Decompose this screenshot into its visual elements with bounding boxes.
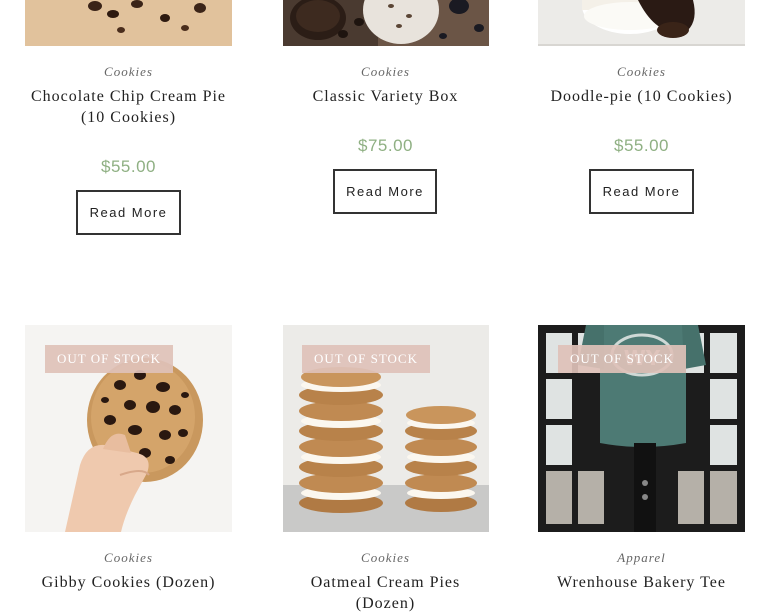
out-of-stock-badge: OUT OF STOCK (558, 345, 686, 373)
read-more-button[interactable]: Read More (333, 169, 437, 214)
product-card: Cookies Classic Variety Box $75.00 Read … (282, 0, 489, 220)
out-of-stock-badge: OUT OF STOCK (302, 345, 430, 373)
product-category: Cookies (361, 64, 410, 79)
product-title[interactable]: Chocolate Chip Cream Pie (10 Cookies) (25, 86, 232, 128)
product-title[interactable]: Oatmeal Cream Pies (Dozen) (282, 572, 489, 614)
product-title[interactable]: Classic Variety Box (282, 86, 489, 107)
product-price: $55.00 (614, 136, 669, 155)
product-category: Cookies (361, 550, 410, 565)
product-image-chocolate-chip-cream-pie[interactable] (25, 0, 232, 46)
product-card: OUT OF STOCK Cookies Gibby Cookies (Doze… (25, 325, 232, 607)
product-category: Cookies (617, 64, 666, 79)
read-more-button[interactable]: Read More (589, 169, 694, 214)
product-price: $55.00 (101, 157, 156, 176)
out-of-stock-badge: OUT OF STOCK (45, 345, 173, 373)
product-image-classic-variety-box[interactable] (282, 0, 489, 46)
product-title[interactable]: Doodle-pie (10 Cookies) (538, 86, 745, 107)
read-more-button[interactable]: Read More (76, 190, 181, 235)
product-image-oatmeal-cream-pies[interactable]: OUT OF STOCK (282, 325, 489, 532)
product-image-doodle-pie[interactable] (538, 0, 745, 46)
product-card: Cookies Chocolate Chip Cream Pie (10 Coo… (25, 0, 232, 240)
product-category: Apparel (617, 550, 666, 565)
product-card: OUT OF STOCK Cookies Oatmeal Cream Pies … (282, 325, 489, 612)
product-category: Cookies (104, 64, 153, 79)
product-category: Cookies (104, 550, 153, 565)
product-price: $75.00 (358, 136, 413, 155)
product-card: WY OUT OF STOCK Apparel Wrenhouse Bakery… (538, 325, 745, 607)
product-title[interactable]: Gibby Cookies (Dozen) (25, 572, 232, 593)
product-card: Cookies Doodle-pie (10 Cookies) $55.00 R… (538, 0, 745, 220)
product-image-gibby-cookies[interactable]: OUT OF STOCK (25, 325, 232, 532)
product-image-wrenhouse-bakery-tee[interactable]: WY OUT OF STOCK (538, 325, 745, 532)
product-title[interactable]: Wrenhouse Bakery Tee (538, 572, 745, 593)
